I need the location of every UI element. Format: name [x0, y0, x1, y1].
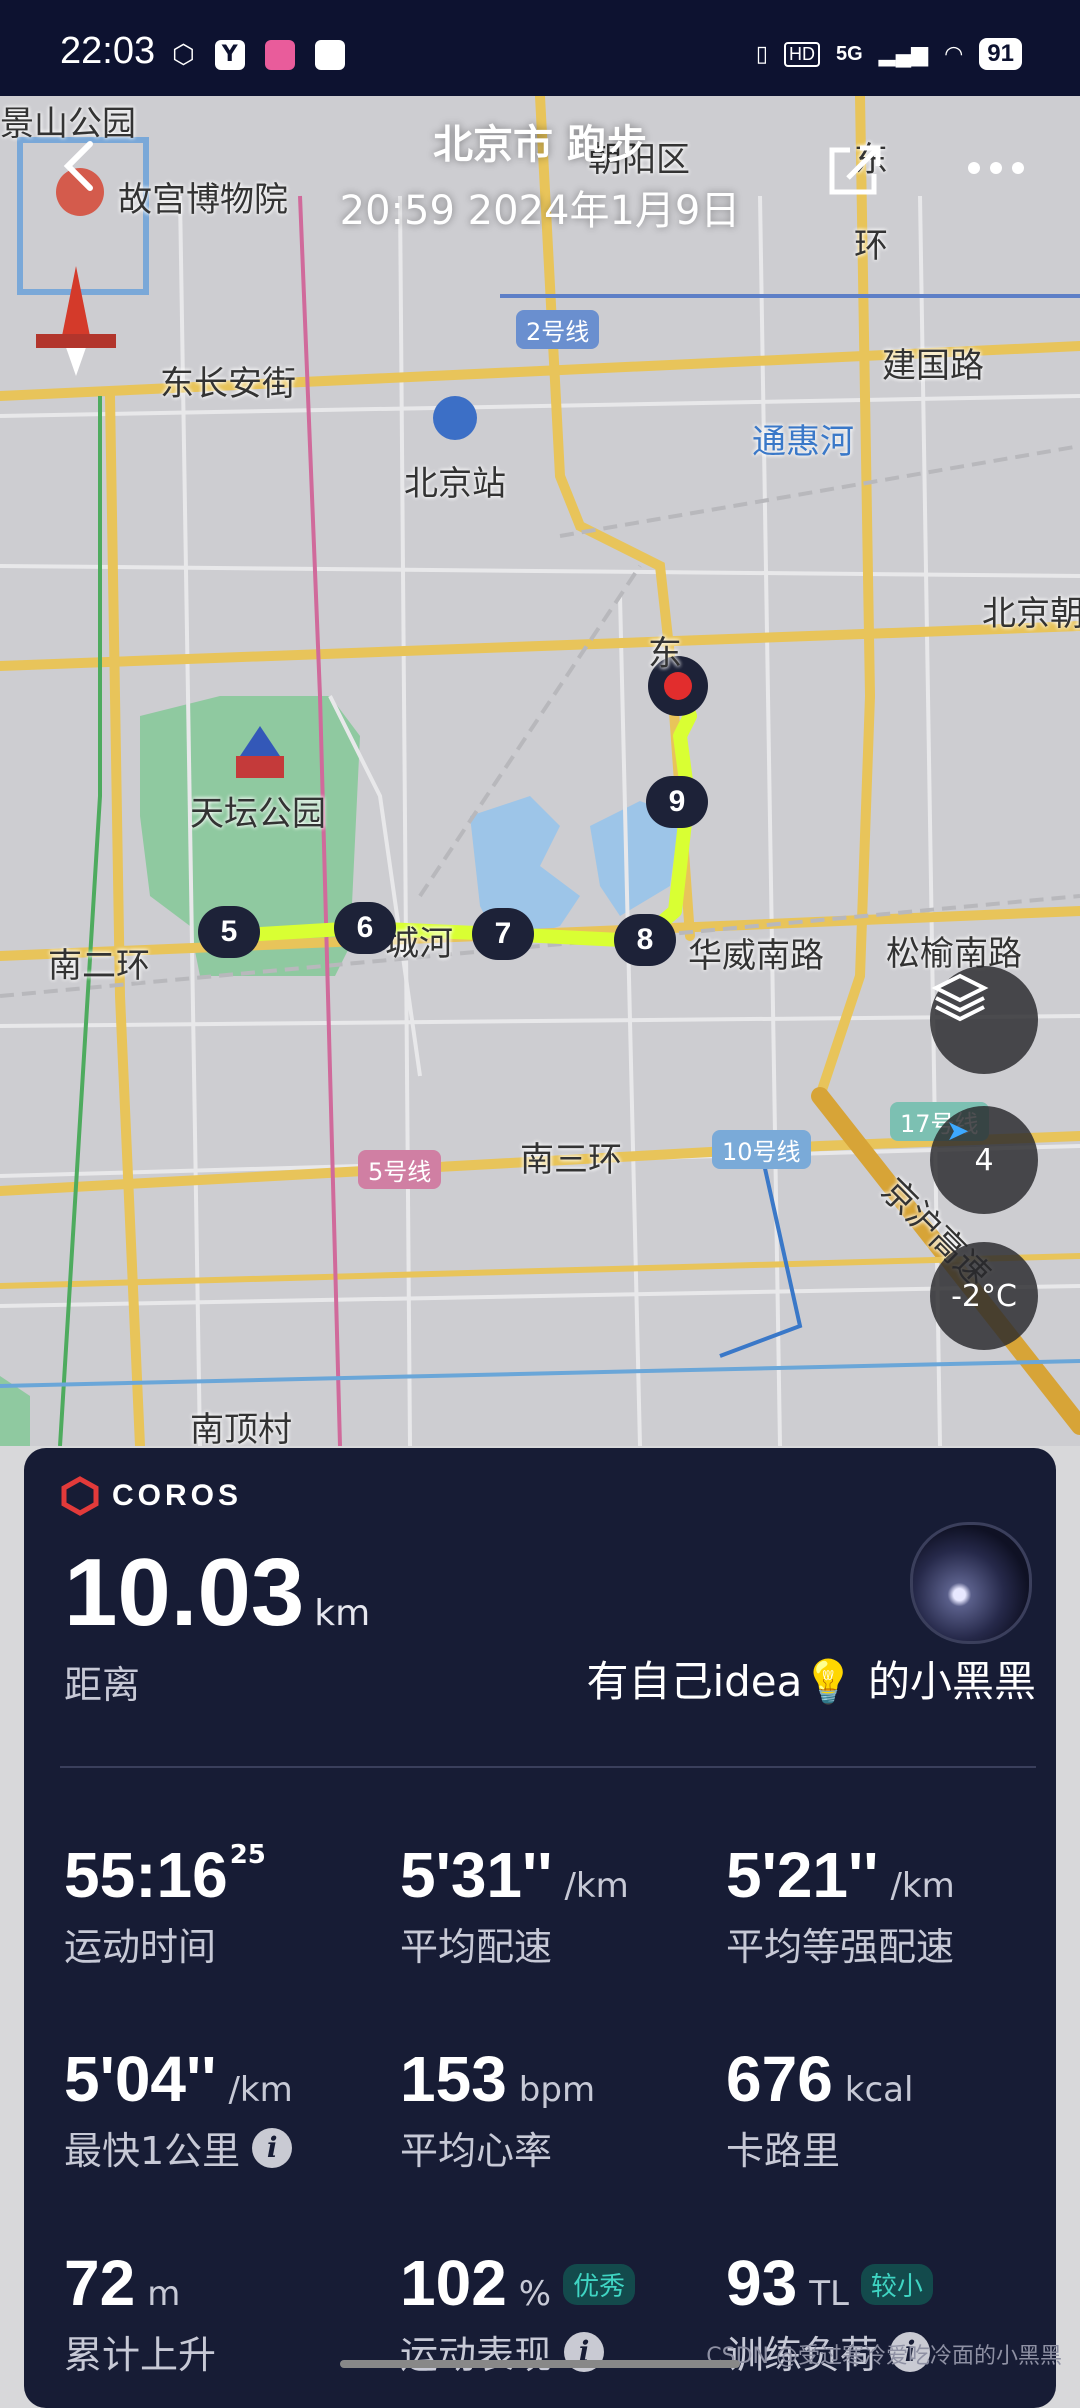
stat-label: 运动时间	[64, 1925, 217, 1969]
label-tiantan: 天坛公园	[190, 794, 326, 834]
route-map[interactable]: 景山公园 故宫博物院 朝阳区 东 环 东长安街 建国路 通惠河 北京站 北京朝 …	[0, 96, 1080, 1446]
route-marker-6[interactable]: 6	[334, 902, 396, 954]
badge-line10: 10号线	[712, 1130, 811, 1169]
brand: COROS	[60, 1476, 242, 1516]
stat-unit: %	[518, 2274, 552, 2314]
divider	[60, 1766, 1036, 1768]
coros-logo-icon	[61, 1476, 99, 1516]
badge-line5: 5号线	[358, 1150, 442, 1189]
temperature-button[interactable]: -2°C	[930, 1242, 1038, 1350]
stat-value: 93	[726, 2247, 798, 2319]
share-button[interactable]	[822, 138, 886, 202]
route-marker-8[interactable]: 8	[614, 914, 676, 966]
stat-fastest-km: 5'04'' /km 最快1公里 i	[64, 2042, 394, 2175]
more-button[interactable]	[964, 158, 1028, 178]
stat-unit: m	[147, 2274, 181, 2314]
label-dong2: 东	[648, 634, 682, 674]
avatar[interactable]	[910, 1522, 1032, 1644]
stat-calories: 676 kcal 卡路里	[726, 2042, 1056, 2175]
stat-label: 平均等强配速	[726, 1925, 955, 1969]
stat-unit: TL	[809, 2274, 849, 2314]
stat-duration: 55:16 25 运动时间	[64, 1838, 394, 1971]
activity-summary-card: COROS 10.03 km 距离 有自己idea💡 的小黑黑 55:16 25 …	[24, 1448, 1056, 2408]
system-icons: ▯ HD 5G ▂▄▆ ◠ 91	[756, 38, 1022, 70]
label-nansanhuan: 南三环	[520, 1140, 622, 1180]
stat-avg-hr: 153 bpm 平均心率	[400, 2042, 730, 2175]
brand-name: COROS	[112, 1479, 243, 1512]
distance-unit: km	[314, 1593, 371, 1634]
stat-label: 平均配速	[400, 1925, 553, 1969]
distance-number: 10.03	[64, 1539, 305, 1646]
bilibili-icon	[264, 40, 295, 70]
label-nandingcun: 南顶村	[190, 1410, 292, 1446]
stat-value: 5'21''	[726, 1839, 879, 1911]
distance-label: 距离	[64, 1663, 141, 1707]
layers-icon	[931, 973, 989, 1022]
stat-unit: bpm	[518, 2070, 596, 2110]
stat-unit: /km	[228, 2070, 293, 2110]
stat-label: 累计上升	[64, 2333, 217, 2377]
sync-icon: ⬡	[172, 40, 195, 70]
stat-value: 72	[64, 2247, 136, 2319]
stat-value: 55:16	[64, 1839, 228, 1911]
stat-value: 676	[726, 2043, 833, 2115]
stat-avg-pace: 5'31'' /km 平均配速	[400, 1838, 730, 1971]
stat-value: 5'04''	[64, 2043, 217, 2115]
info-icon[interactable]: i	[252, 2127, 293, 2168]
page-title: 北京市 跑步	[433, 122, 647, 168]
watermark: CSDN @受过寒冷爱吃冷面的小黑黑	[706, 2344, 1062, 2369]
route-marker-9[interactable]: 9	[646, 776, 708, 828]
stat-avg-gap: 5'21'' /km 平均等强配速	[726, 1838, 1056, 1971]
username: 有自己idea💡 的小黑黑	[586, 1657, 1036, 1706]
compass-value: 4	[974, 1142, 994, 1178]
stat-unit: /km	[564, 1866, 629, 1906]
badge-line2: 2号线	[516, 310, 600, 349]
station-pin	[433, 396, 477, 440]
route-marker-7[interactable]: 7	[472, 908, 534, 960]
activity-datetime: 20:59 2024年1月9日	[339, 188, 741, 234]
header: 北京市 跑步 20:59 2024年1月9日	[0, 96, 1080, 256]
app-square-icon	[314, 40, 345, 70]
hd-icon: HD	[783, 41, 820, 67]
stat-label: 运动表现	[400, 2333, 553, 2377]
status-bar: 22:03 ⬡ Y ▯ HD 5G ▂▄▆ ◠ 91	[0, 0, 1080, 96]
stat-label: 最快1公里	[64, 2129, 241, 2173]
network-label: 5G	[835, 42, 863, 65]
distance-value: 10.03 km	[64, 1538, 370, 1648]
label-beijingzhan: 北京站	[404, 464, 506, 504]
label-beijingchao: 北京朝	[982, 594, 1080, 634]
more-icon	[968, 162, 980, 174]
app-y-icon: Y	[214, 40, 245, 70]
notification-icons: ⬡ Y	[172, 40, 345, 70]
stat-unit: kcal	[844, 2070, 914, 2110]
compass-icon: ➤	[946, 1114, 970, 1147]
stat-label: 平均心率	[400, 2129, 553, 2173]
label-nanerhuan: 南二环	[48, 946, 150, 986]
stat-sup: 25	[229, 1840, 266, 1870]
stat-value: 102	[400, 2247, 507, 2319]
home-indicator[interactable]	[340, 2360, 740, 2368]
label-dongchangan: 东长安街	[160, 364, 296, 404]
stat-value: 5'31''	[400, 1839, 553, 1911]
vibrate-icon: ▯	[755, 41, 768, 66]
status-time: 22:03	[60, 30, 156, 72]
compass-button[interactable]: ➤ 4	[930, 1106, 1038, 1214]
label-huawei: 华威南路	[688, 936, 824, 976]
label-tonghuihe: 通惠河	[752, 422, 854, 462]
label-jianguo: 建国路	[882, 346, 984, 386]
battery-indicator: 91	[979, 38, 1022, 70]
performance-badge: 优秀	[563, 2264, 636, 2305]
route-marker-5[interactable]: 5	[198, 906, 260, 958]
stat-label: 卡路里	[726, 2129, 841, 2173]
temperature-value: -2°C	[951, 1278, 1017, 1314]
signal-icon: ▂▄▆	[878, 41, 929, 66]
load-badge: 较小	[860, 2264, 933, 2305]
stat-unit: /km	[890, 1866, 955, 1906]
stat-value: 153	[400, 2043, 507, 2115]
map-layers-button[interactable]	[930, 966, 1038, 1074]
wifi-icon: ◠	[944, 41, 964, 66]
